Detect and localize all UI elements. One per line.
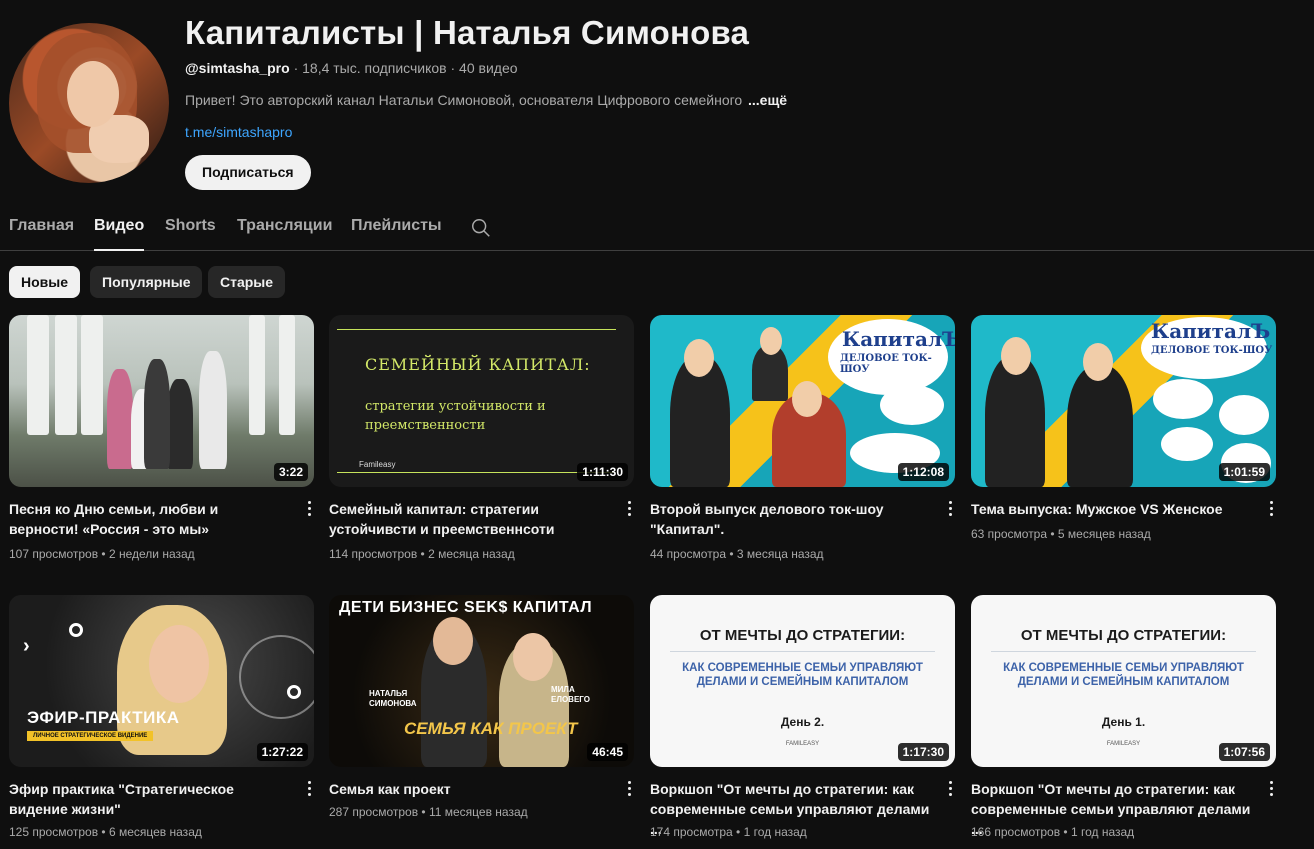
video-card[interactable]: ОТ МЕЧТЫ ДО СТРАТЕГИИ: КАК СОВРЕМЕННЫЕ С… <box>971 595 1276 839</box>
video-title[interactable]: Эфир практика "Стратегическое видение жи… <box>9 779 289 819</box>
more-options-icon[interactable] <box>304 781 314 799</box>
video-title[interactable]: Второй выпуск делового ток-шоу "Капитал"… <box>650 499 930 539</box>
thumb-label: ЭФИР-ПРАКТИКА <box>27 708 180 727</box>
thumb-logo: КапиталЪ <box>1151 319 1271 343</box>
video-thumbnail[interactable]: ОТ МЕЧТЫ ДО СТРАТЕГИИ: КАК СОВРЕМЕННЫЕ С… <box>650 595 955 767</box>
more-options-icon[interactable] <box>945 501 955 519</box>
video-title[interactable]: Тема выпуска: Мужское VS Женское <box>971 499 1251 519</box>
search-icon[interactable] <box>470 217 492 239</box>
video-card[interactable]: ДЕТИ БИЗНЕС SEK$ КАПИТАЛ НАТАЛЬЯ СИМОНОВ… <box>329 595 634 819</box>
thumb-logo-sub: ДЕЛОВОЕ ТОК-ШОУ <box>1151 345 1273 356</box>
thumb-subheading: КАК СОВРЕМЕННЫЕ СЕМЬИ УПРАВЛЯЮТ ДЕЛАМИ И… <box>1003 662 1244 688</box>
video-duration: 1:11:30 <box>577 463 628 481</box>
video-thumbnail[interactable]: КапиталЪ ДЕЛОВОЕ ТОК-ШОУ 1:12:08 <box>650 315 955 487</box>
thumb-day: День 2. <box>780 715 825 729</box>
arrow-icon: › <box>23 635 30 657</box>
thumb-day: День 1. <box>1101 715 1146 729</box>
video-thumbnail[interactable]: ДЕТИ БИЗНЕС SEK$ КАПИТАЛ НАТАЛЬЯ СИМОНОВ… <box>329 595 634 767</box>
video-duration: 1:17:30 <box>897 743 949 761</box>
more-options-icon[interactable] <box>1266 501 1276 519</box>
video-thumbnail[interactable]: СЕМЕЙНЫЙ КАПИТАЛ: стратегии устойчивости… <box>329 315 634 487</box>
thumb-heading: ОТ МЕЧТЫ ДО СТРАТЕГИИ: <box>699 627 906 644</box>
video-duration: 46:45 <box>587 743 628 761</box>
channel-link[interactable]: t.me/simtashapro <box>185 124 292 140</box>
tab-videos[interactable]: Видео <box>94 217 145 251</box>
thumb-name-2: МИЛА ЕЛОВЕГО <box>551 685 590 704</box>
video-card[interactable]: › ЭФИР-ПРАКТИКА ЛИЧНОЕ СТРАТЕГИЧЕСКОЕ ВИ… <box>9 595 314 839</box>
thumb-subheading: стратегии устойчивости и преемственности <box>365 399 546 433</box>
more-options-icon[interactable] <box>945 781 955 799</box>
video-duration: 1:01:59 <box>1218 463 1270 481</box>
more-options-icon[interactable] <box>304 501 314 519</box>
thumb-caption: СЕМЬЯ КАК ПРОЕКТ <box>404 719 578 738</box>
video-meta: 287 просмотров • 11 месяцев назад <box>329 805 528 819</box>
thumb-heading: СЕМЕЙНЫЙ КАПИТАЛ: <box>365 355 591 374</box>
chip-oldest[interactable]: Старые <box>208 266 286 298</box>
video-meta: 166 просмотров • 1 год назад <box>971 825 1135 839</box>
video-title[interactable]: Песня ко Дню семьи, любви и верности! «Р… <box>9 499 289 539</box>
channel-stats: · 18,4 тыс. подписчиков · 40 видео <box>289 60 518 76</box>
video-title[interactable]: Семейный капитал: стратегии устойчивсти … <box>329 499 609 539</box>
channel-title: Капиталисты | Наталья Симонова <box>185 14 750 51</box>
video-thumbnail[interactable]: › ЭФИР-ПРАКТИКА ЛИЧНОЕ СТРАТЕГИЧЕСКОЕ ВИ… <box>9 595 314 767</box>
channel-description[interactable]: Привет! Это авторский канал Натальи Симо… <box>185 92 745 108</box>
video-card[interactable]: СЕМЕЙНЫЙ КАПИТАЛ: стратегии устойчивости… <box>329 315 634 561</box>
thumb-name-1: НАТАЛЬЯ СИМОНОВА <box>369 689 417 708</box>
video-duration: 1:07:56 <box>1218 743 1270 761</box>
video-thumbnail[interactable]: 3:22 <box>9 315 314 487</box>
channel-handle: @simtasha_pro <box>185 60 290 76</box>
video-card[interactable]: КапиталЪ ДЕЛОВОЕ ТОК-ШОУ 1:01:59 Тема вы… <box>971 315 1276 541</box>
tab-playlists[interactable]: Плейлисты <box>351 217 442 235</box>
video-card[interactable]: ОТ МЕЧТЫ ДО СТРАТЕГИИ: КАК СОВРЕМЕННЫЕ С… <box>650 595 955 839</box>
tab-live[interactable]: Трансляции <box>237 217 332 235</box>
chip-popular[interactable]: Популярные <box>90 266 203 298</box>
more-options-icon[interactable] <box>624 781 634 799</box>
video-card[interactable]: КапиталЪ ДЕЛОВОЕ ТОК-ШОУ 1:12:08 Второй … <box>650 315 955 561</box>
video-meta: 114 просмотров • 2 месяца назад <box>329 547 515 561</box>
thumb-subtitle: ЛИЧНОЕ СТРАТЕГИЧЕСКОЕ ВИДЕНИЕ <box>27 731 154 741</box>
thumb-brand: Famileasy <box>359 460 396 469</box>
more-options-icon[interactable] <box>1266 781 1276 799</box>
channel-avatar[interactable] <box>9 23 169 183</box>
video-duration: 1:27:22 <box>256 743 308 761</box>
video-duration: 1:12:08 <box>897 463 949 481</box>
video-duration: 3:22 <box>273 463 308 481</box>
video-meta: 125 просмотров • 6 месяцев назад <box>9 825 202 839</box>
thumb-logo-sub: ДЕЛОВОЕ ТОК-ШОУ <box>840 353 932 375</box>
channel-meta: @simtasha_pro · 18,4 тыс. подписчиков · … <box>185 60 518 76</box>
video-meta: 63 просмотра • 5 месяцев назад <box>971 527 1151 541</box>
tab-shorts[interactable]: Shorts <box>165 217 216 235</box>
subscribe-button[interactable]: Подписаться <box>185 155 311 190</box>
thumb-subheading: КАК СОВРЕМЕННЫЕ СЕМЬИ УПРАВЛЯЮТ ДЕЛАМИ И… <box>682 662 923 688</box>
video-thumbnail[interactable]: ОТ МЕЧТЫ ДО СТРАТЕГИИ: КАК СОВРЕМЕННЫЕ С… <box>971 595 1276 767</box>
video-title[interactable]: Семья как проект <box>329 779 609 799</box>
video-meta: 107 просмотров • 2 недели назад <box>9 547 195 561</box>
chip-newest[interactable]: Новые <box>9 266 81 298</box>
video-meta: 174 просмотра • 1 год назад <box>650 825 807 839</box>
thumb-logo: КапиталЪ <box>842 327 955 351</box>
description-more-link[interactable]: ...ещё <box>748 92 787 108</box>
channel-tabs: Главная Видео Shorts Трансляции Плейлист… <box>0 206 1314 251</box>
tab-home[interactable]: Главная <box>9 217 74 235</box>
more-options-icon[interactable] <box>624 501 634 519</box>
video-card[interactable]: 3:22 Песня ко Дню семьи, любви и верност… <box>9 315 314 561</box>
video-meta: 44 просмотра • 3 месяца назад <box>650 547 824 561</box>
thumb-top-text: ДЕТИ БИЗНЕС SEK$ КАПИТАЛ <box>339 599 593 616</box>
thumb-heading: ОТ МЕЧТЫ ДО СТРАТЕГИИ: <box>1020 627 1227 644</box>
video-thumbnail[interactable]: КапиталЪ ДЕЛОВОЕ ТОК-ШОУ 1:01:59 <box>971 315 1276 487</box>
